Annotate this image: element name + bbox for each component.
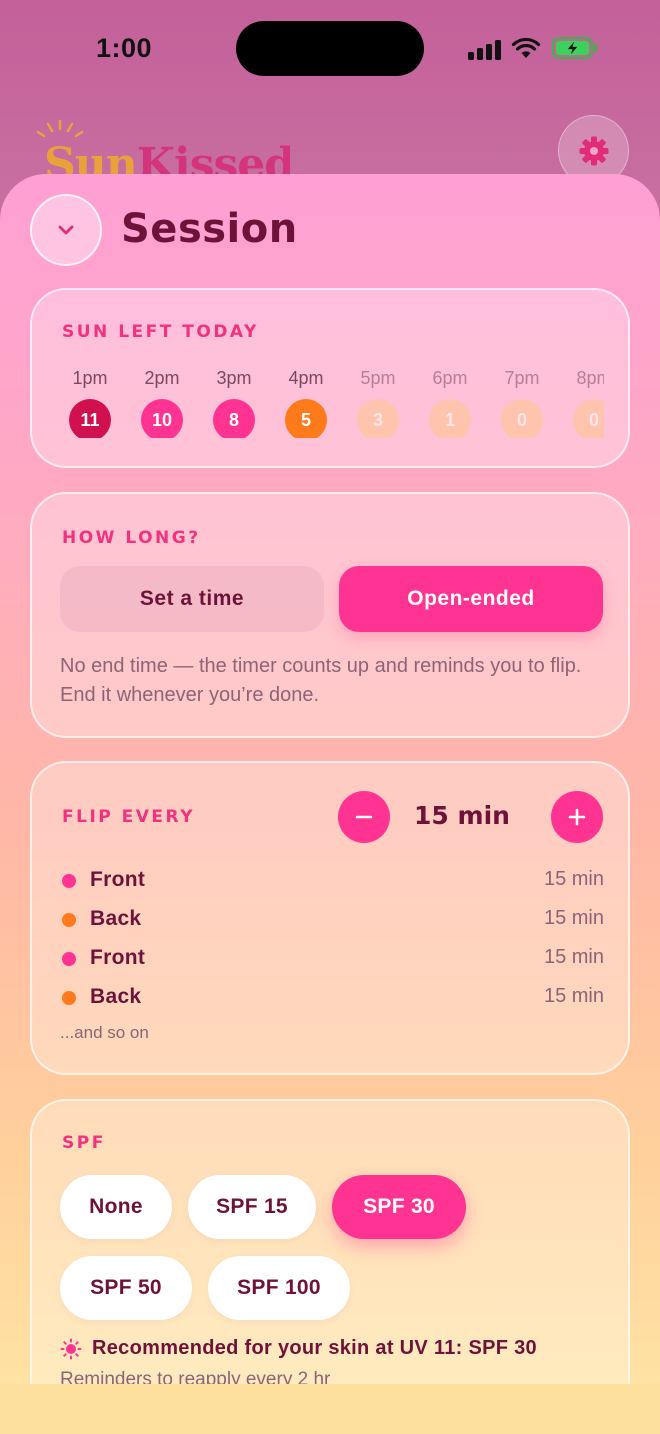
dynamic-island	[236, 21, 424, 76]
increment-flip-button[interactable]	[551, 791, 603, 843]
flip-schedule-item: Front 15 min	[60, 863, 604, 902]
uv-hour-item: 8pm 0	[564, 368, 604, 438]
uv-hour-label: 3pm	[216, 368, 252, 388]
open-ended-option[interactable]: Open-ended	[339, 566, 603, 632]
side-dot-icon	[62, 913, 76, 927]
uv-hour-item: 1pm 11	[60, 368, 120, 438]
how-long-card: HOW LONG? Set a time Open-ended No end t…	[30, 492, 630, 738]
sun-left-card: SUN LEFT TODAY 1pm 11 2pm 10 3pm 8 4pm 5 5pm 3 6pm…	[30, 288, 630, 468]
how-long-description: No end time — the timer counts up and re…	[60, 655, 582, 706]
session-sheet: Session SUN LEFT TODAY 1pm 11 2pm 10 3pm 8 4pm…	[0, 174, 660, 1384]
uv-index-badge: 0	[501, 399, 543, 438]
collapse-sheet-button[interactable]	[30, 194, 102, 266]
uv-index-badge: 8	[213, 399, 255, 438]
uv-hour-label: 4pm	[288, 368, 324, 388]
plus-icon	[568, 808, 586, 826]
flip-schedule-item: Back 15 min	[60, 980, 604, 1019]
uv-hour-label: 1pm	[72, 368, 108, 388]
side-dot-icon	[62, 874, 76, 888]
status-time: 1:00	[96, 33, 153, 63]
flip-interval-value: 15 min	[414, 801, 510, 830]
flip-schedule-list: Front 15 min Back 15 min Front 15 min Back 15 m…	[60, 863, 604, 1019]
flip-side-label: Front	[90, 946, 146, 969]
uv-hour-label: 7pm	[504, 368, 540, 388]
flip-duration: 15 min	[543, 907, 604, 929]
uv-index-badge: 0	[573, 399, 604, 438]
flip-schedule-note: ...and so on	[60, 1023, 149, 1042]
sun-icon	[60, 1338, 82, 1359]
uv-hour-item: 5pm 3	[348, 368, 408, 438]
uv-hour-label: 2pm	[144, 368, 180, 388]
chevron-down-icon	[58, 225, 74, 235]
minus-icon	[355, 815, 373, 819]
sun-left-label: SUN LEFT TODAY	[62, 322, 259, 342]
flip-schedule-item: Back 15 min	[60, 902, 604, 941]
uv-hour-item: 6pm 1	[420, 368, 480, 438]
sheet-title: Session	[121, 206, 298, 252]
flip-every-card: FLIP EVERY 15 min Front 15 min Back 15 min F…	[30, 761, 630, 1075]
uv-hour-label: 6pm	[432, 368, 468, 388]
uv-index-badge: 1	[429, 399, 471, 438]
side-dot-icon	[62, 952, 76, 966]
uv-index-badge: 11	[69, 399, 111, 438]
spf-recommendation-text: Recommended for your skin at UV 11: SPF …	[92, 1337, 537, 1359]
uv-hour-strip[interactable]: 1pm 11 2pm 10 3pm 8 4pm 5 5pm 3 6pm 1 7pm 0 8pm 0	[60, 368, 604, 438]
flip-duration: 15 min	[543, 946, 604, 968]
flip-duration: 15 min	[543, 868, 604, 890]
flip-side-label: Front	[90, 868, 146, 891]
uv-index-badge: 3	[357, 399, 399, 438]
uv-hour-label: 5pm	[360, 368, 396, 388]
flip-schedule-item: Front 15 min	[60, 941, 604, 980]
set-a-time-option[interactable]: Set a time	[60, 566, 324, 632]
cellular-signal-icon	[468, 38, 502, 60]
bottom-safe-area	[0, 1384, 660, 1434]
flip-side-label: Back	[90, 907, 142, 930]
spf-option-100[interactable]: SPF 100	[208, 1256, 350, 1320]
flip-every-label: FLIP EVERY	[62, 807, 196, 827]
side-dot-icon	[62, 991, 76, 1005]
status-bar: 1:00	[0, 0, 660, 100]
spf-card: SPF None SPF 15 SPF 30 SPF 50 SPF 100 Re…	[30, 1099, 630, 1384]
uv-hour-label: 8pm	[576, 368, 604, 388]
how-long-label: HOW LONG?	[62, 528, 201, 548]
uv-index-badge: 10	[141, 399, 183, 438]
gear-icon	[579, 136, 608, 165]
spf-reminder-text: Reminders to reapply every 2 hr	[60, 1369, 331, 1384]
battery-charging-icon	[552, 37, 597, 59]
uv-hour-item: 7pm 0	[492, 368, 552, 438]
wifi-icon	[511, 37, 541, 58]
spf-label: SPF	[62, 1133, 106, 1153]
uv-hour-item: 4pm 5	[276, 368, 336, 438]
spf-option-30[interactable]: SPF 30	[332, 1175, 466, 1239]
uv-hour-item: 3pm 8	[204, 368, 264, 438]
flip-duration: 15 min	[543, 985, 604, 1007]
flip-side-label: Back	[90, 985, 142, 1008]
spf-option-15[interactable]: SPF 15	[188, 1175, 316, 1239]
uv-index-badge: 5	[285, 399, 327, 438]
uv-hour-item: 2pm 10	[132, 368, 192, 438]
decrement-flip-button[interactable]	[338, 791, 390, 843]
spf-recommendation: Recommended for your skin at UV 11: SPF …	[60, 1337, 537, 1360]
spf-option-none[interactable]: None	[60, 1175, 172, 1239]
spf-option-50[interactable]: SPF 50	[60, 1256, 192, 1320]
